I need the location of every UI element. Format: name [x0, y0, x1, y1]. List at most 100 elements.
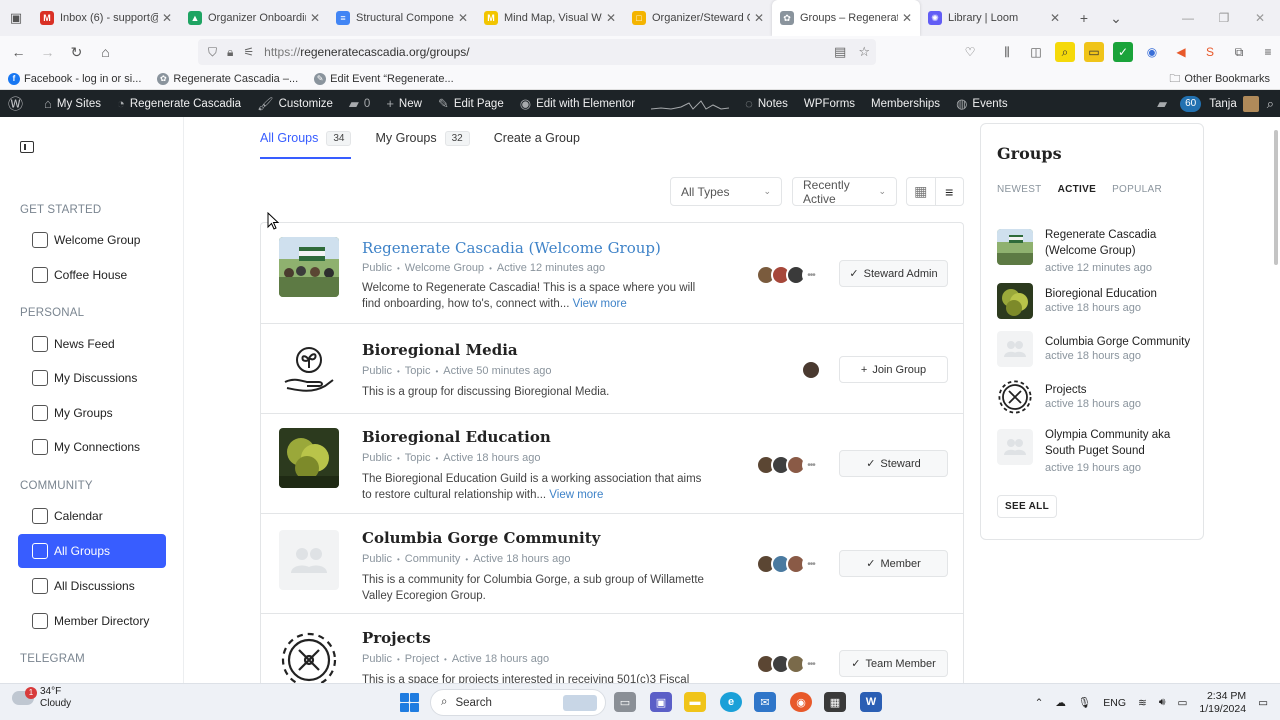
admin-messages-icon[interactable]: ▰: [1149, 90, 1180, 117]
sidebar-item-welcome-group[interactable]: Welcome Group: [18, 223, 166, 257]
tray-overflow-icon[interactable]: ⌃: [1035, 697, 1044, 709]
close-tab-icon[interactable]: ✕: [606, 11, 616, 25]
other-bookmarks[interactable]: 🗀︎ Other Bookmarks: [1169, 68, 1270, 90]
group-members[interactable]: •••: [756, 554, 820, 574]
battery-icon[interactable]: ▭: [1177, 697, 1187, 709]
tab-my-groups[interactable]: My Groups 32: [375, 117, 470, 159]
admin-edit-elementor[interactable]: ◉ Edit with Elementor: [512, 90, 643, 117]
list-view-icon[interactable]: ≡: [936, 178, 964, 205]
group-order-select[interactable]: Recently Active ⌄: [792, 177, 897, 206]
group-members[interactable]: •••: [756, 265, 820, 285]
close-tab-icon[interactable]: ✕: [754, 11, 764, 25]
wordpress-logo-icon[interactable]: Ⓦ: [0, 90, 36, 117]
admin-customize[interactable]: 🖌︎ Customize: [249, 90, 341, 117]
taskbar-search[interactable]: ⌕ Search: [430, 689, 606, 716]
admin-events[interactable]: ◍ Events: [948, 90, 1016, 117]
weather-widget[interactable]: 1 34°F Cloudy: [12, 686, 71, 710]
group-type-select[interactable]: All Types ⌄: [670, 177, 782, 206]
group-photo[interactable]: [279, 237, 339, 297]
see-all-button[interactable]: SEE ALL: [997, 495, 1057, 518]
tab-list-icon[interactable]: ▣: [0, 0, 32, 36]
admin-notes[interactable]: ◌ Notes: [737, 90, 796, 117]
file-explorer-icon[interactable]: ▬: [684, 692, 706, 712]
close-tab-icon[interactable]: ✕: [1050, 11, 1060, 25]
tab-all-groups[interactable]: All Groups 34: [260, 117, 352, 159]
minimize-icon[interactable]: —: [1168, 0, 1208, 36]
admin-edit-page[interactable]: ✎ Edit Page: [430, 90, 512, 117]
group-name-link[interactable]: Bioregional Media: [362, 341, 518, 359]
sidebar-icon[interactable]: ◫: [1026, 42, 1046, 62]
bookmark-star-icon[interactable]: ☆: [858, 44, 870, 60]
extensions-icon[interactable]: ⧉: [1229, 42, 1249, 62]
list-item[interactable]: Projects active 18 hours ago: [997, 379, 1197, 419]
onedrive-icon[interactable]: ☁: [1055, 697, 1066, 709]
close-window-icon[interactable]: ✕: [1240, 0, 1280, 36]
browser-tab[interactable]: ▲ Organizer Onboarding T ✕: [180, 0, 328, 36]
bookmark-facebook[interactable]: f Facebook - log in or si...: [0, 68, 149, 90]
group-name-link[interactable]: Regenerate Cascadia (Welcome Group): [362, 239, 661, 257]
grid-view-icon[interactable]: ▦: [907, 178, 936, 205]
close-tab-icon[interactable]: ✕: [902, 11, 912, 25]
teams-icon[interactable]: ▣: [650, 692, 672, 712]
admin-site-name[interactable]: ◔ Regenerate Cascadia: [109, 90, 249, 117]
reader-view-icon[interactable]: ▤: [834, 44, 846, 60]
sidebar-item-all-groups[interactable]: All Groups: [18, 534, 166, 568]
browser-tab[interactable]: □ Organizer/Steward Onb ✕: [624, 0, 772, 36]
restore-icon[interactable]: ❐: [1204, 0, 1244, 36]
sidebar-item-all-discussions[interactable]: All Discussions: [18, 569, 166, 603]
list-item[interactable]: Olympia Community aka South Puget Sound …: [997, 429, 1197, 479]
reload-icon[interactable]: ↻: [62, 38, 91, 66]
sidebar-item-member-directory[interactable]: Member Directory: [18, 604, 166, 638]
extension-check-icon[interactable]: ✓: [1113, 42, 1133, 62]
list-item[interactable]: Bioregional Education active 18 hours ag…: [997, 283, 1197, 323]
bookmark-regenerate-cascadia[interactable]: ✿ Regenerate Cascadia –...: [149, 68, 306, 90]
view-more-link[interactable]: View more: [549, 489, 603, 501]
menu-icon[interactable]: ≡: [1258, 42, 1278, 62]
admin-user-name[interactable]: Tanja: [1209, 98, 1237, 110]
widget-tab-popular[interactable]: POPULAR: [1112, 184, 1162, 195]
search-icon[interactable]: ⌕: [1267, 96, 1274, 112]
tracking-shield-icon[interactable]: ⛉: [208, 45, 217, 60]
group-name-link[interactable]: Bioregional Education: [362, 428, 551, 446]
sidebar-item-coffee-house[interactable]: Coffee House: [18, 258, 166, 292]
word-icon[interactable]: W: [860, 692, 882, 712]
task-view-icon[interactable]: ▭: [614, 692, 636, 712]
group-status-button[interactable]: ✓ Team Member: [839, 650, 948, 677]
group-members[interactable]: •••: [756, 455, 820, 475]
extension-megaphone-icon[interactable]: ◀: [1171, 42, 1191, 62]
sidebar-item-my-connections[interactable]: My Connections: [18, 430, 166, 464]
admin-new[interactable]: + New: [378, 90, 430, 117]
widget-tab-newest[interactable]: NEWEST: [997, 184, 1042, 195]
hand-seedling-icon[interactable]: [279, 338, 339, 398]
group-members[interactable]: •••: [756, 654, 820, 674]
tab-overflow-chevron-icon[interactable]: ⌄: [1100, 0, 1132, 36]
clock[interactable]: 2:34 PM 1/19/2024: [1199, 690, 1246, 716]
widget-tab-active[interactable]: ACTIVE: [1058, 184, 1096, 195]
browser-tab[interactable]: M Inbox (6) - support@re ✕: [32, 0, 180, 36]
tab-create-group[interactable]: Create a Group: [494, 117, 580, 159]
extension-s-icon[interactable]: S: [1200, 42, 1220, 62]
default-group-icon[interactable]: [279, 530, 339, 590]
extension-note-icon[interactable]: ▭: [1084, 42, 1104, 62]
url-bar[interactable]: ⛉ 🔒︎ ⚟ https://regeneratecascadia.org/gr…: [198, 39, 876, 65]
close-tab-icon[interactable]: ✕: [310, 11, 320, 25]
forward-icon[interactable]: →: [33, 38, 62, 66]
extension-search-icon[interactable]: ⌕: [1055, 42, 1075, 62]
notifications-icon[interactable]: ▭: [1258, 697, 1268, 709]
firefox-icon[interactable]: ◉: [790, 692, 812, 712]
library-icon[interactable]: ⫼: [997, 42, 1017, 62]
home-icon[interactable]: ⌂: [91, 38, 120, 66]
browser-tab[interactable]: ✺ Library | Loom ✕: [920, 0, 1068, 36]
permissions-icon[interactable]: ⚟: [243, 45, 254, 59]
group-photo[interactable]: [279, 428, 339, 488]
group-status-button[interactable]: ✓ Member: [839, 550, 948, 577]
bookmark-edit-event[interactable]: ✎ Edit Event “Regenerate...: [306, 68, 462, 90]
admin-my-sites[interactable]: ⌂ My Sites: [36, 90, 109, 117]
group-name-link[interactable]: Projects: [362, 629, 431, 647]
language-indicator[interactable]: ENG: [1103, 697, 1126, 709]
sidebar-item-my-groups[interactable]: My Groups: [18, 396, 166, 430]
browser-tab[interactable]: M Mind Map, Visual Work ✕: [476, 0, 624, 36]
windows-start-icon[interactable]: [400, 693, 419, 712]
admin-memberships[interactable]: Memberships: [863, 90, 948, 117]
join-group-button[interactable]: + Join Group: [839, 356, 948, 383]
